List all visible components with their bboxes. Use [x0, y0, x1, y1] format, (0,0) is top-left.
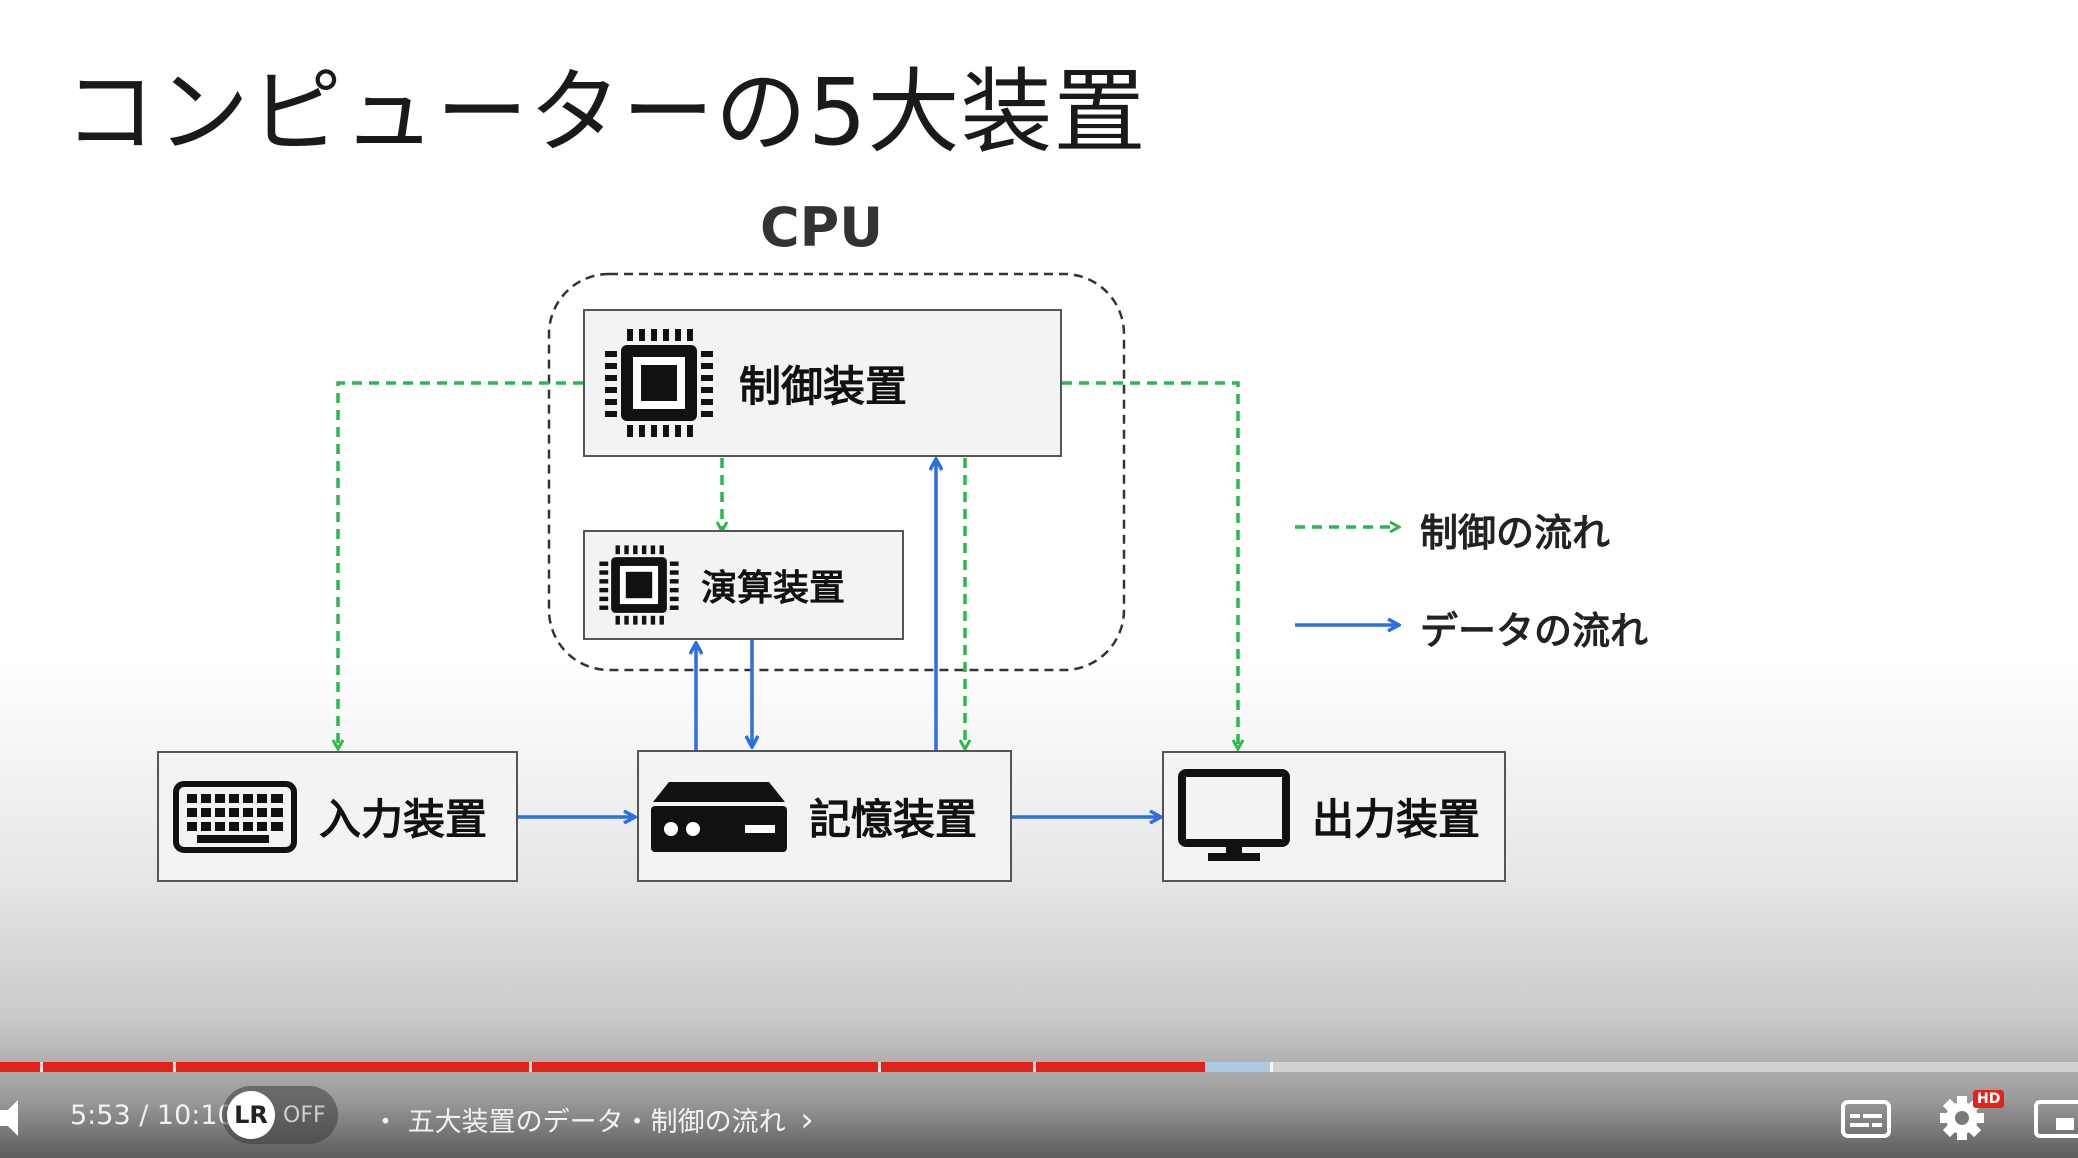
- input-unit-box: 入力装置: [157, 751, 518, 882]
- progress-played: [0, 1062, 1205, 1072]
- time-separator: /: [130, 1100, 157, 1131]
- memory-unit-box: 記憶装置: [637, 750, 1012, 882]
- chapter-marker: [40, 1062, 43, 1072]
- storage-drive-icon: [651, 782, 787, 852]
- cpu-chip-icon: [605, 329, 713, 437]
- current-time: 5:53: [70, 1100, 131, 1131]
- chapter-marker: [529, 1062, 532, 1072]
- chapter-title-button[interactable]: ・ 五大装置のデータ・制御の流れ ›: [372, 1100, 814, 1140]
- legend-data-flow: データの流れ: [1420, 609, 1649, 653]
- chapter-marker: [878, 1062, 881, 1072]
- input-unit-label: 入力装置: [319, 795, 488, 844]
- lr-logo-icon: LR: [227, 1091, 275, 1139]
- keyboard-icon: [173, 780, 297, 853]
- time-display: 5:53 / 10:10: [70, 1100, 235, 1131]
- miniplayer-icon[interactable]: [2034, 1100, 2078, 1138]
- subtitles-icon[interactable]: [1841, 1100, 1891, 1138]
- alu-label: 演算装置: [701, 568, 846, 609]
- volume-icon[interactable]: [0, 1096, 30, 1140]
- chevron-right-icon: ›: [800, 1100, 814, 1140]
- flow-diagram: [0, 272, 2078, 1158]
- control-unit-label: 制御装置: [739, 361, 908, 411]
- control-to-output-line: [1062, 381, 1238, 748]
- legend-control-flow: 制御の流れ: [1420, 511, 1611, 555]
- output-unit-box: 出力装置: [1162, 751, 1506, 882]
- chapter-marker: [1270, 1062, 1273, 1072]
- hd-badge: HD: [1973, 1090, 2005, 1108]
- toggle-state-label: OFF: [283, 1102, 326, 1128]
- control-to-input-line: [338, 381, 583, 748]
- chapter-prefix: ・: [372, 1107, 399, 1138]
- chapter-marker: [1033, 1062, 1036, 1072]
- control-unit-box: 制御装置: [583, 309, 1062, 457]
- chapter-title: 五大装置のデータ・制御の流れ: [407, 1107, 786, 1138]
- monitor-icon: [1178, 768, 1290, 861]
- alu-box: 演算装置: [583, 530, 904, 640]
- output-unit-label: 出力装置: [1312, 795, 1481, 844]
- memory-unit-label: 記憶装置: [809, 794, 978, 844]
- cpu-chip-icon: [599, 545, 679, 625]
- chapter-marker: [173, 1062, 176, 1072]
- autoplay-toggle[interactable]: LR OFF: [222, 1086, 338, 1144]
